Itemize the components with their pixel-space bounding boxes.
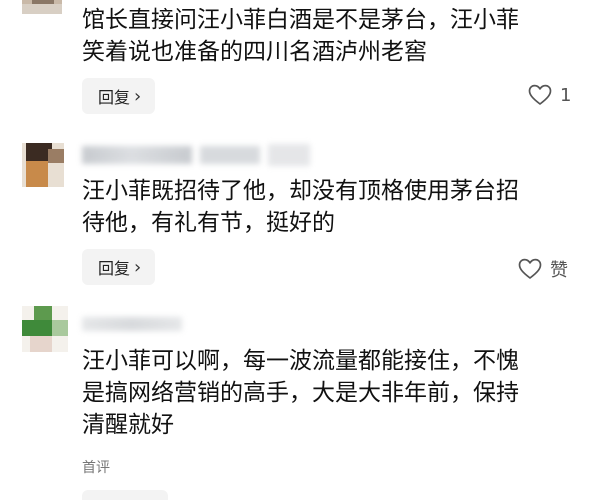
reply-label: 回复 [98, 88, 131, 107]
reply-label: 回复 [98, 259, 131, 278]
comment-text-line: 馆长直接问汪小菲白酒是不是茅台，汪小菲 [82, 7, 519, 33]
avatar[interactable] [22, 306, 68, 352]
chevron-right-icon: › [134, 85, 142, 107]
comment-text-line: 汪小菲既招待了他，却没有顶格使用茅台招 [82, 178, 519, 204]
username-suffix [200, 146, 260, 164]
comment-text-line: 汪小菲可以啊，每一波流量都能接住，不愧 [82, 348, 519, 374]
like-button[interactable]: 1 [528, 84, 571, 106]
first-comment-tag: 首评 [82, 460, 110, 476]
comment-text-line: 是搞网络营销的高手，大是大非年前，保持 [82, 380, 519, 406]
like-count: 1 [560, 84, 572, 106]
reply-button[interactable]: 回复 › [82, 249, 156, 285]
comment-text-line: 笑着说也准备的四川名酒泸州老窖 [82, 39, 427, 65]
like-label: 赞 [550, 260, 568, 281]
chevron-right-icon: › [134, 256, 142, 278]
like-button[interactable]: 赞 [518, 256, 568, 282]
heart-outline-icon [528, 84, 552, 106]
heart-outline-icon [518, 258, 542, 280]
comment-text-line: 待他，有礼有节，挺好的 [82, 210, 335, 236]
username-tail [268, 144, 310, 166]
comment-text-line: 清醒就好 [82, 412, 174, 438]
reply-button-partial[interactable] [82, 490, 168, 500]
username[interactable] [82, 146, 192, 164]
avatar[interactable] [22, 143, 64, 187]
username[interactable] [82, 317, 182, 331]
reply-button[interactable]: 回复 › [82, 78, 156, 114]
avatar[interactable] [22, 0, 62, 14]
